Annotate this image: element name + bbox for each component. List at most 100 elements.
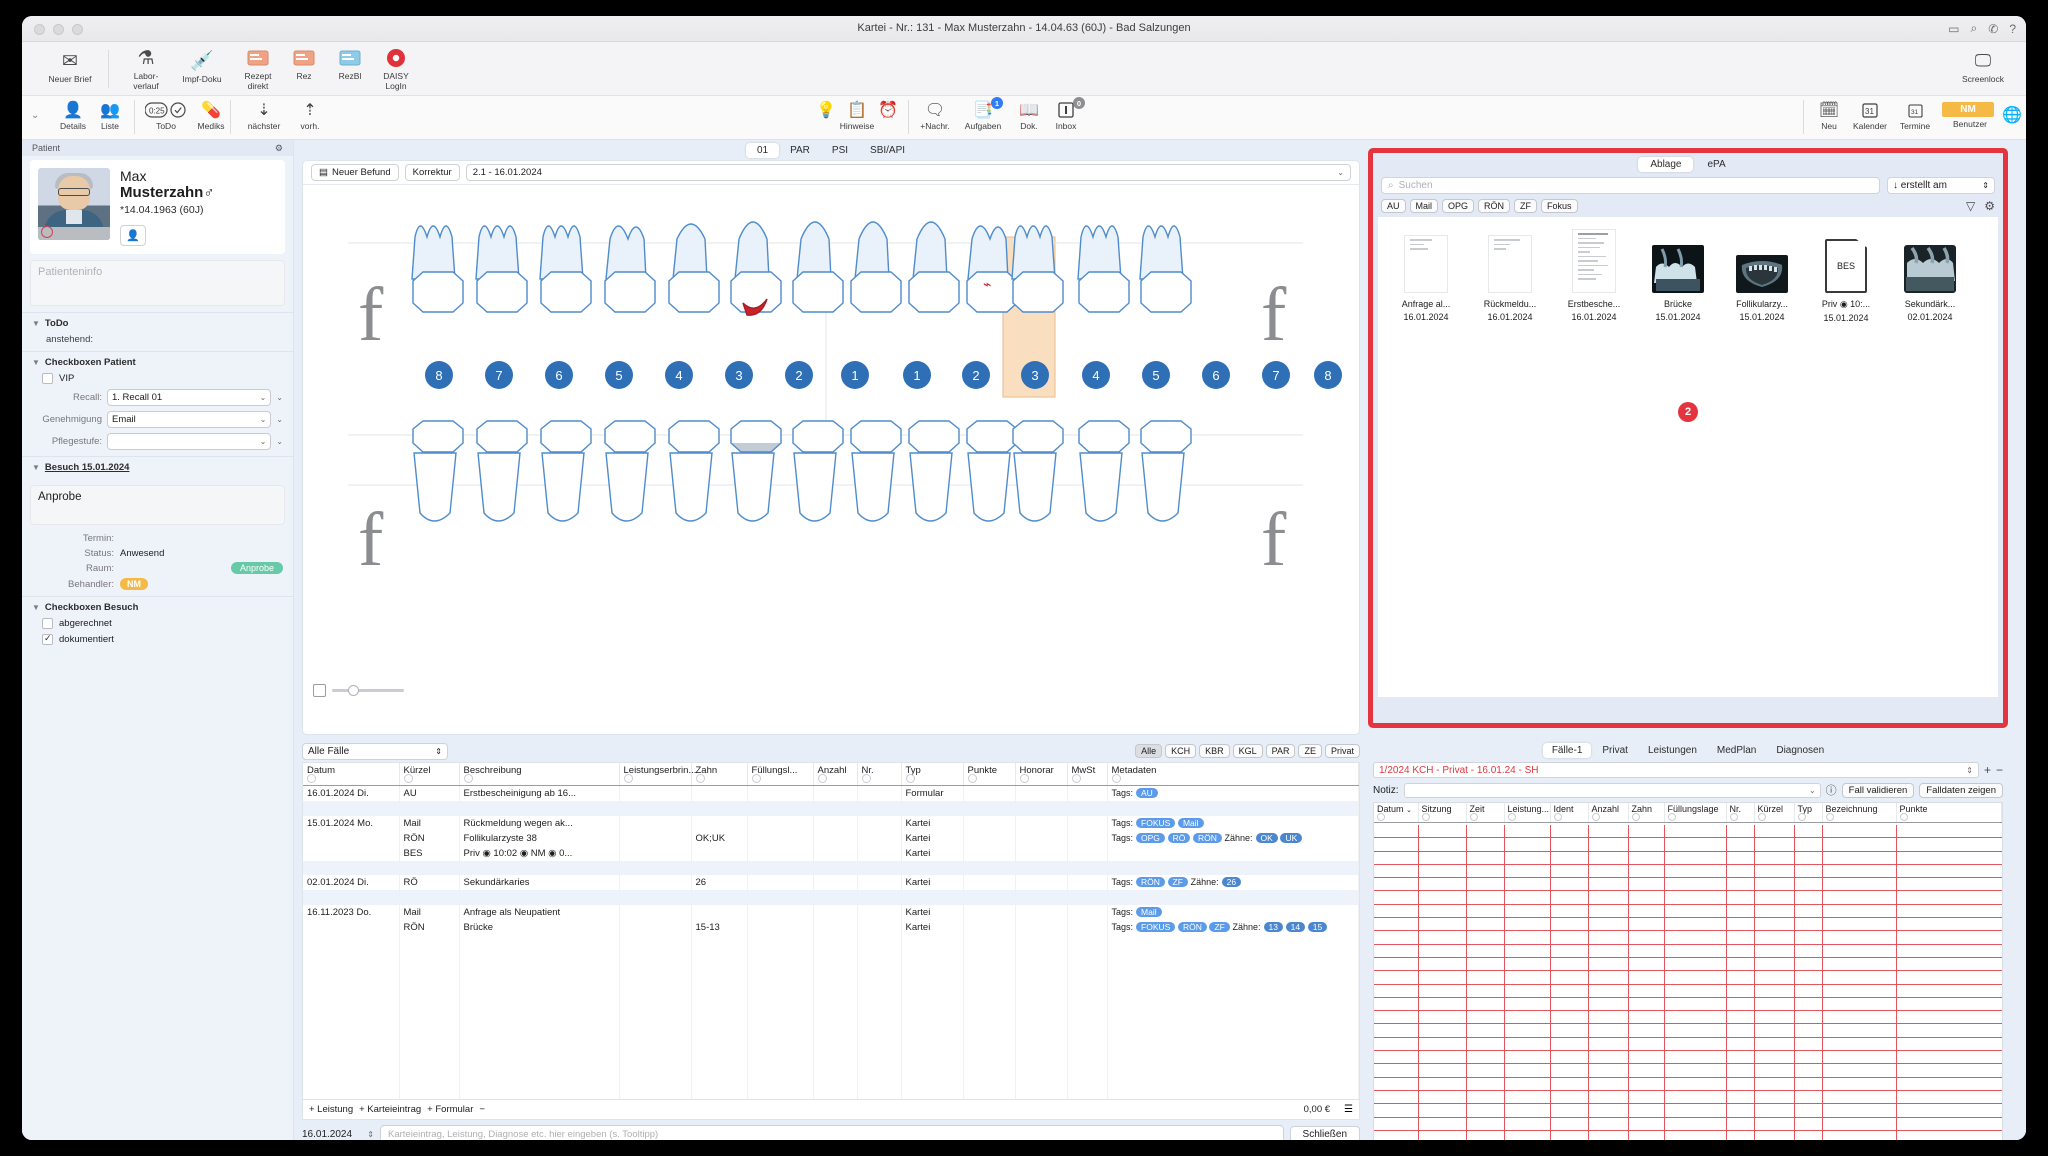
leistungen-table[interactable]: Datum ⌄ Sitzung Zeit Leistung... Ident A… xyxy=(1374,803,2002,823)
filter-funnel-icon[interactable]: ▽ xyxy=(1966,199,1975,213)
gear-icon[interactable]: ⚙ xyxy=(1984,199,1995,213)
toolbar-neu-termin[interactable]: 🗓 Neu xyxy=(1810,99,1848,131)
col-punkte[interactable]: Punkte xyxy=(963,763,1016,786)
stepper-icon[interactable]: ⌄ xyxy=(276,393,283,402)
faelle-tab-bar[interactable]: Fälle-1 Privat Leistungen MedPlan Diagno… xyxy=(1368,740,2008,760)
table-row[interactable]: 02.01.2024 Di. RÖ Sekundärkaries 26 Kartei Ta… xyxy=(303,875,1359,891)
col-leistungserbringer[interactable]: Leistungserbrin... xyxy=(619,763,696,786)
chip-par[interactable]: PAR xyxy=(1265,744,1296,758)
filter-chip-zf[interactable]: ZF xyxy=(1514,199,1538,213)
tab-privat[interactable]: Privat xyxy=(1593,743,1637,758)
collapse-chevron-icon[interactable]: ⌄ xyxy=(31,110,39,121)
chart-tab-bar[interactable]: 01 PAR PSI SBI/API xyxy=(302,140,1360,160)
document-thumbnail[interactable]: Follikularzy... 15.01.2024 xyxy=(1720,227,1804,323)
col-zahn[interactable]: Zahn xyxy=(691,763,748,786)
tooth-badge[interactable]: 14 xyxy=(1285,921,1306,932)
col-beschreibung[interactable]: Beschreibung xyxy=(459,763,620,786)
lcol-leistung[interactable]: Leistung... xyxy=(1504,803,1551,823)
list-options-icon[interactable]: ☰ xyxy=(1344,1104,1353,1115)
toolbar-kalender[interactable]: 31 Kalender xyxy=(1846,99,1894,131)
document-thumbnail[interactable]: BES Priv ◉ 10:... 15.01.2024 xyxy=(1804,227,1888,323)
kartei-table[interactable]: Datum Kürzel Beschreibung Leistungserbri… xyxy=(303,763,1359,1099)
toolbar-vorh[interactable]: ⇡ vorh. xyxy=(284,99,336,131)
tab-par[interactable]: PAR xyxy=(779,143,821,158)
table-row[interactable]: RÖN Follikularzyste 38 OK;UK Kartei Tags: OPG… xyxy=(303,830,1359,846)
search-icon[interactable]: ⌕ xyxy=(1971,21,1978,36)
add-case-icon[interactable]: + xyxy=(1984,763,1991,777)
tab-faelle-1[interactable]: Fälle-1 xyxy=(1542,742,1592,758)
tab-medplan[interactable]: MedPlan xyxy=(1708,743,1765,758)
lcol-bezeichnung[interactable]: Bezeichnung xyxy=(1822,803,1897,823)
besuch-note-field[interactable]: Anprobe xyxy=(30,485,285,525)
document-thumbnail[interactable]: Erstbesche... 16.01.2024 xyxy=(1552,227,1636,323)
case-selector[interactable]: 1/2024 KCH - Privat - 16.01.24 - SH ⇕ xyxy=(1373,762,1979,778)
stepper-icon[interactable]: ⌄ xyxy=(276,415,283,424)
kartei-table-wrapper[interactable]: Datum Kürzel Beschreibung Leistungserbri… xyxy=(302,762,1360,1100)
abgerechnet-checkbox[interactable] xyxy=(42,618,53,629)
teeth-diagram[interactable]: f f f f ⌁ 8 7 6 5 4 3 2 1 1 2 3 4 5 6 7 … xyxy=(303,185,1359,705)
title-bar-actions[interactable]: ▭ ⌕ ✆ ? xyxy=(1948,21,2016,36)
toolbar-alert-lamp[interactable]: 💡 xyxy=(812,99,840,121)
col-datum[interactable]: Datum xyxy=(303,763,400,786)
notiz-input[interactable]: ⌄ xyxy=(1403,782,1821,798)
lcol-kuerzel[interactable]: Kürzel xyxy=(1754,803,1795,823)
col-fuellungslage[interactable]: Füllungsl... xyxy=(747,763,814,786)
toolbar-hinweise[interactable]: 📋 Hinweise xyxy=(837,99,877,131)
korrektur-button[interactable]: Korrektur xyxy=(404,164,460,181)
lcol-ident[interactable]: Ident xyxy=(1550,803,1589,823)
chip-alle[interactable]: Alle xyxy=(1135,744,1163,758)
neuer-befund-button[interactable]: ▤ Neuer Befund xyxy=(311,164,399,181)
tab-sbi-api[interactable]: SBI/API xyxy=(859,143,916,158)
toolbar-laborverlauf[interactable]: ⚗ Labor- verlauf xyxy=(118,45,174,91)
category-chip-group[interactable]: Alle KCH KBR KGL PAR ZE Privat xyxy=(1135,744,1360,758)
toolbar-termine[interactable]: 31 Termine xyxy=(1892,99,1938,131)
tag-badge[interactable]: AU xyxy=(1136,788,1158,798)
filter-chip-opg[interactable]: OPG xyxy=(1442,199,1475,213)
pflegestufe-field-row[interactable]: Pflegestufe: ⌄ ⌄ xyxy=(32,433,283,450)
document-thumbnail[interactable]: Brücke 15.01.2024 xyxy=(1636,227,1720,323)
remove-case-icon[interactable]: − xyxy=(1996,763,2003,777)
tab-leistungen[interactable]: Leistungen xyxy=(1639,743,1706,758)
lcol-punkte[interactable]: Punkte xyxy=(1896,803,2002,823)
abgerechnet-checkbox-row[interactable]: abgerechnet xyxy=(42,618,283,629)
tab-ablage[interactable]: Ablage xyxy=(1638,156,1694,172)
lcol-datum[interactable]: Datum ⌄ xyxy=(1374,803,1419,823)
lcol-fuellungslage[interactable]: Füllungslage xyxy=(1664,803,1727,823)
case-filter-select[interactable]: Alle Fälle ⇕ xyxy=(302,742,448,760)
table-row[interactable]: BES Priv ◉ 10:02 ◉ NM ◉ 0... Kartei xyxy=(303,845,1359,861)
col-anzahl[interactable]: Anzahl xyxy=(813,763,858,786)
tooth-badge[interactable]: 15 xyxy=(1307,921,1328,932)
checkboxen-besuch-toggle[interactable]: ▼ Checkboxen Besuch xyxy=(32,602,283,613)
tag-badge[interactable]: RÖN xyxy=(1136,877,1165,888)
falldaten-zeigen-button[interactable]: Falldaten zeigen xyxy=(1919,782,2003,798)
lcol-sitzung[interactable]: Sitzung xyxy=(1418,803,1467,823)
lcol-anzahl[interactable]: Anzahl xyxy=(1588,803,1629,823)
chip-kgl[interactable]: KGL xyxy=(1232,744,1263,758)
toolbar-impf-doku[interactable]: 💉 Impf-Doku xyxy=(174,48,230,85)
filter-chip-mail[interactable]: Mail xyxy=(1409,199,1439,213)
table-row[interactable]: 16.11.2023 Do. Mail Anfrage als Neupatient… xyxy=(303,904,1359,920)
phone-icon[interactable]: ✆ xyxy=(1988,22,1998,36)
table-row[interactable]: 16.01.2024 Di. AU Erstbescheinigung ab 16.… xyxy=(303,785,1359,801)
tooth-badge[interactable]: UK xyxy=(1280,832,1303,843)
patient-info-field[interactable]: Patienteninfo xyxy=(30,260,285,306)
screen-share-icon[interactable]: ▭ xyxy=(1948,22,1959,36)
document-thumbnail[interactable]: Sekundärk... 02.01.2024 xyxy=(1888,227,1972,323)
tooth-badge[interactable]: 13 xyxy=(1263,921,1283,932)
documents-tab-bar[interactable]: Ablage ePA xyxy=(1373,153,2003,175)
tag-badge[interactable]: RÖ xyxy=(1167,832,1191,843)
patient-contact-button[interactable]: 👤 xyxy=(120,225,146,246)
toolbar-screenlock[interactable]: 🖵 Screenlock xyxy=(1952,48,2014,85)
remove-entry-button[interactable]: − xyxy=(479,1104,485,1115)
dokumentiert-checkbox[interactable] xyxy=(42,633,53,645)
close-button[interactable]: Schließen xyxy=(1289,1125,1360,1140)
col-metadaten[interactable]: Metadaten xyxy=(1107,763,1359,786)
lcol-nr[interactable]: Nr. xyxy=(1726,803,1755,823)
todo-section-toggle[interactable]: ▼ ToDo xyxy=(32,318,283,329)
toolbar-inbox[interactable]: 0 Inbox xyxy=(1046,97,1086,131)
lcol-zahn[interactable]: Zahn xyxy=(1628,803,1665,823)
toolbar-neuer-brief[interactable]: ✉ Neuer Brief xyxy=(42,48,98,85)
toolbar-liste[interactable]: 👥 Liste xyxy=(84,99,136,131)
chip-ze[interactable]: ZE xyxy=(1298,744,1322,758)
tag-badge[interactable]: RÖN xyxy=(1177,921,1207,932)
